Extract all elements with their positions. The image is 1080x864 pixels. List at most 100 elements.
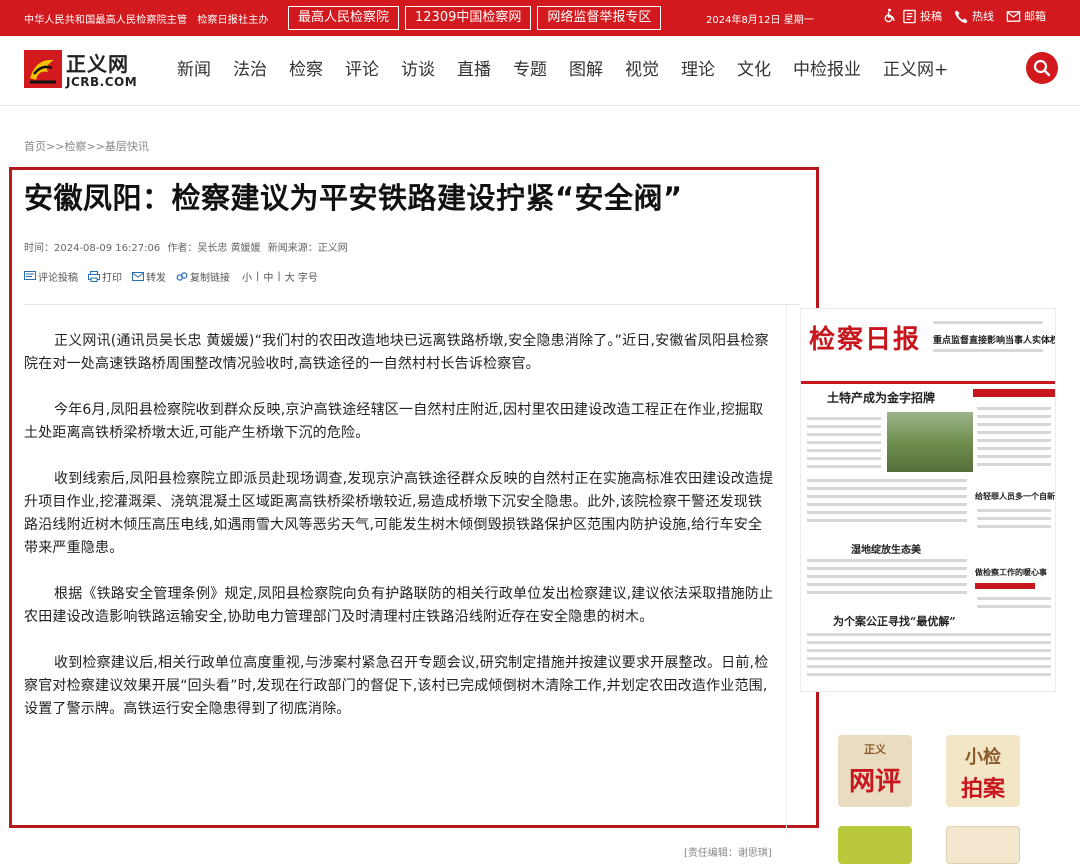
print-line [807,503,967,506]
logo-mark-icon [24,50,62,88]
print-line [807,657,1051,660]
nav-law[interactable]: 法治 [222,58,278,82]
breadcrumb: 首页>>检察>>基层快讯 [24,138,149,154]
print-line [977,509,1051,512]
hotline-label: 热线 [972,10,994,23]
accessibility-button[interactable] [882,8,900,23]
phone-icon [954,9,968,23]
submit-label: 投稿 [920,10,942,23]
link-report-zone[interactable]: 网络监督举报专区 [537,6,662,30]
nav-procuratorate[interactable]: 检察 [278,58,334,82]
paragraph: 正义网讯(通讯员吴长忠 黄媛媛)“我们村的农田改造地块已远离铁路桥墩,安全隐患消… [24,333,769,372]
print-line [807,441,881,444]
print-line [977,415,1051,418]
crumb-procuratorate[interactable]: 检察 [64,140,86,153]
promo-tile[interactable] [946,826,1020,864]
promo-top-text: 小检 [965,747,1001,768]
print-line [977,407,1051,410]
print-line [807,511,967,514]
newspaper-side-headline-2: 做检察工作的暖心事 [975,567,1047,577]
newspaper-thumbnail[interactable]: 检察日报 重点监督直接影响当事人实体权益的案件 土特产成为金字招牌 给轻罪人员多… [800,308,1056,692]
source-label: 新闻来源： [267,243,318,254]
crumb-sep: >> [46,140,65,153]
print-line [807,465,881,468]
nav-opinion[interactable]: 评论 [334,58,390,82]
comment-submit-button[interactable]: 评论投稿 [24,269,78,284]
site-logo[interactable]: 正义网 JCRB.COM [24,48,146,94]
article-meta: 时间：2024-08-09 16:27:06 作者：吴长忠 黄媛媛 新闻来源：正… [24,239,352,254]
link-icon [176,272,188,281]
envelope-icon [132,272,144,281]
nav-topics[interactable]: 专题 [502,58,558,82]
font-medium[interactable]: 中 [263,269,273,284]
logo-text-cn: 正义网 [66,52,129,76]
promo-tile[interactable] [838,826,912,864]
paragraph: 今年6月,凤阳县检察院收到群众反映,京沪高铁途经辖区一自然村庄附近,因村里农田建… [24,402,764,441]
print-line [807,567,967,570]
sidebar-divider [786,304,787,834]
crumb-home[interactable]: 首页 [24,140,46,153]
promo-main-text: 网评 [848,767,901,797]
print-line [977,455,1051,458]
link-12309[interactable]: 12309中国检察网 [405,6,532,30]
article-body: 正义网讯(通讯员吴长忠 黄媛媛)“我们村的农田改造地块已远离铁路桥墩,安全隐患消… [24,330,774,744]
print-line [807,457,881,460]
print-line [977,439,1051,442]
newspaper-side-headline-1: 给轻罪人员多一个自新机会 [975,491,1055,501]
promo-xiaojian-paian[interactable]: 小检 拍案 [946,735,1020,807]
nav-press-group[interactable]: 中检报业 [782,58,872,82]
font-sep: | [256,271,260,282]
font-large[interactable]: 大 字号 [285,269,318,284]
mail-button[interactable]: 邮箱 [1006,8,1046,24]
mail-icon [1006,10,1021,22]
newspaper-photo [887,412,973,472]
forward-button[interactable]: 转发 [132,269,166,284]
font-size-control: 小 | 中 | 大 字号 [240,269,320,284]
print-line [977,525,1051,528]
sponsor-2: 检察日报社主办 [197,15,269,26]
print-line [807,649,1051,652]
font-small[interactable]: 小 [242,269,252,284]
site-header: 正义网 JCRB.COM 新闻 法治 检察 评论 访谈 直播 专题 图解 视觉 … [0,36,1080,106]
nav-theory[interactable]: 理论 [670,58,726,82]
search-icon [1033,59,1051,77]
nav-culture[interactable]: 文化 [726,58,782,82]
nav-interview[interactable]: 访谈 [390,58,446,82]
print-line [977,463,1051,466]
publish-time: 2024-08-09 16:27:06 [54,243,161,254]
print-line [807,417,881,420]
promo-main-text: 拍案 [960,776,1005,802]
nav-visual[interactable]: 视觉 [614,58,670,82]
search-button[interactable] [1026,52,1058,84]
submit-button[interactable]: 投稿 [902,8,942,24]
print-line [807,519,967,522]
crumb-local-news[interactable]: 基层快讯 [105,140,149,153]
print-button[interactable]: 打印 [88,269,122,284]
time-label: 时间： [24,243,54,254]
comment-label: 评论投稿 [38,273,78,284]
top-bar: 中华人民共和国最高人民检察院主管 检察日报社主办 最高人民检察院 12309中国检… [0,0,1080,36]
print-line [807,633,1051,636]
sponsor-text: 中华人民共和国最高人民检察院主管 检察日报社主办 [24,11,279,26]
article-tools: 评论投稿 打印 转发 复制链接 小 | 中 | 大 字号 [24,269,330,284]
newspaper-headline-1: 土特产成为金字招牌 [827,391,936,405]
nav-live[interactable]: 直播 [446,58,502,82]
nav-news[interactable]: 新闻 [166,58,222,82]
font-sep: | [277,271,281,282]
print-line [977,447,1051,450]
hotline-button[interactable]: 热线 [954,8,994,24]
copy-link-button[interactable]: 复制链接 [176,269,230,284]
promo-top-text: 正义 [864,743,886,756]
red-rule [975,583,1035,589]
nav-graphics[interactable]: 图解 [558,58,614,82]
red-rule [973,389,1055,397]
print-line [807,641,1051,644]
promo-zhengyi-wangping[interactable]: 正义 网评 [838,735,912,807]
print-line [933,349,1043,352]
nav-jcrb-plus[interactable]: 正义网+ [872,58,959,82]
print-line [807,425,881,428]
link-spp[interactable]: 最高人民检察院 [288,6,400,30]
logo-text-en: JCRB.COM [66,75,138,89]
author: 吴长忠 黄媛媛 [197,243,261,254]
newspaper-masthead: 检察日报 [809,325,922,355]
